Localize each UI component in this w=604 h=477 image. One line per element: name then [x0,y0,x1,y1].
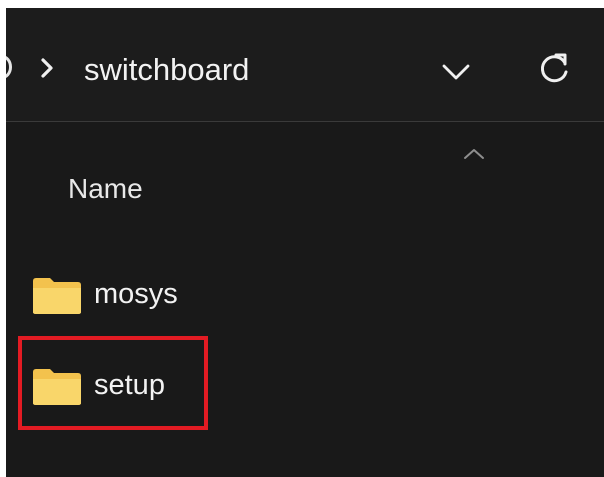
refresh-icon[interactable] [534,48,574,88]
truncated-breadcrumb-segment[interactable] [6,55,12,79]
chevron-right-icon [41,58,53,78]
chevron-down-icon[interactable] [439,55,473,89]
address-bar: switchboard [6,8,604,122]
file-explorer-window: switchboard Name mosys setup [6,8,604,477]
list-item[interactable]: mosys [32,271,332,319]
highlight-box [18,336,208,430]
name-column-header[interactable]: Name [68,171,143,207]
breadcrumb-current-folder[interactable]: switchboard [84,50,249,90]
list-item-label: mosys [94,278,178,310]
folder-icon [33,278,81,314]
sort-up-chevron-icon[interactable] [461,144,487,164]
